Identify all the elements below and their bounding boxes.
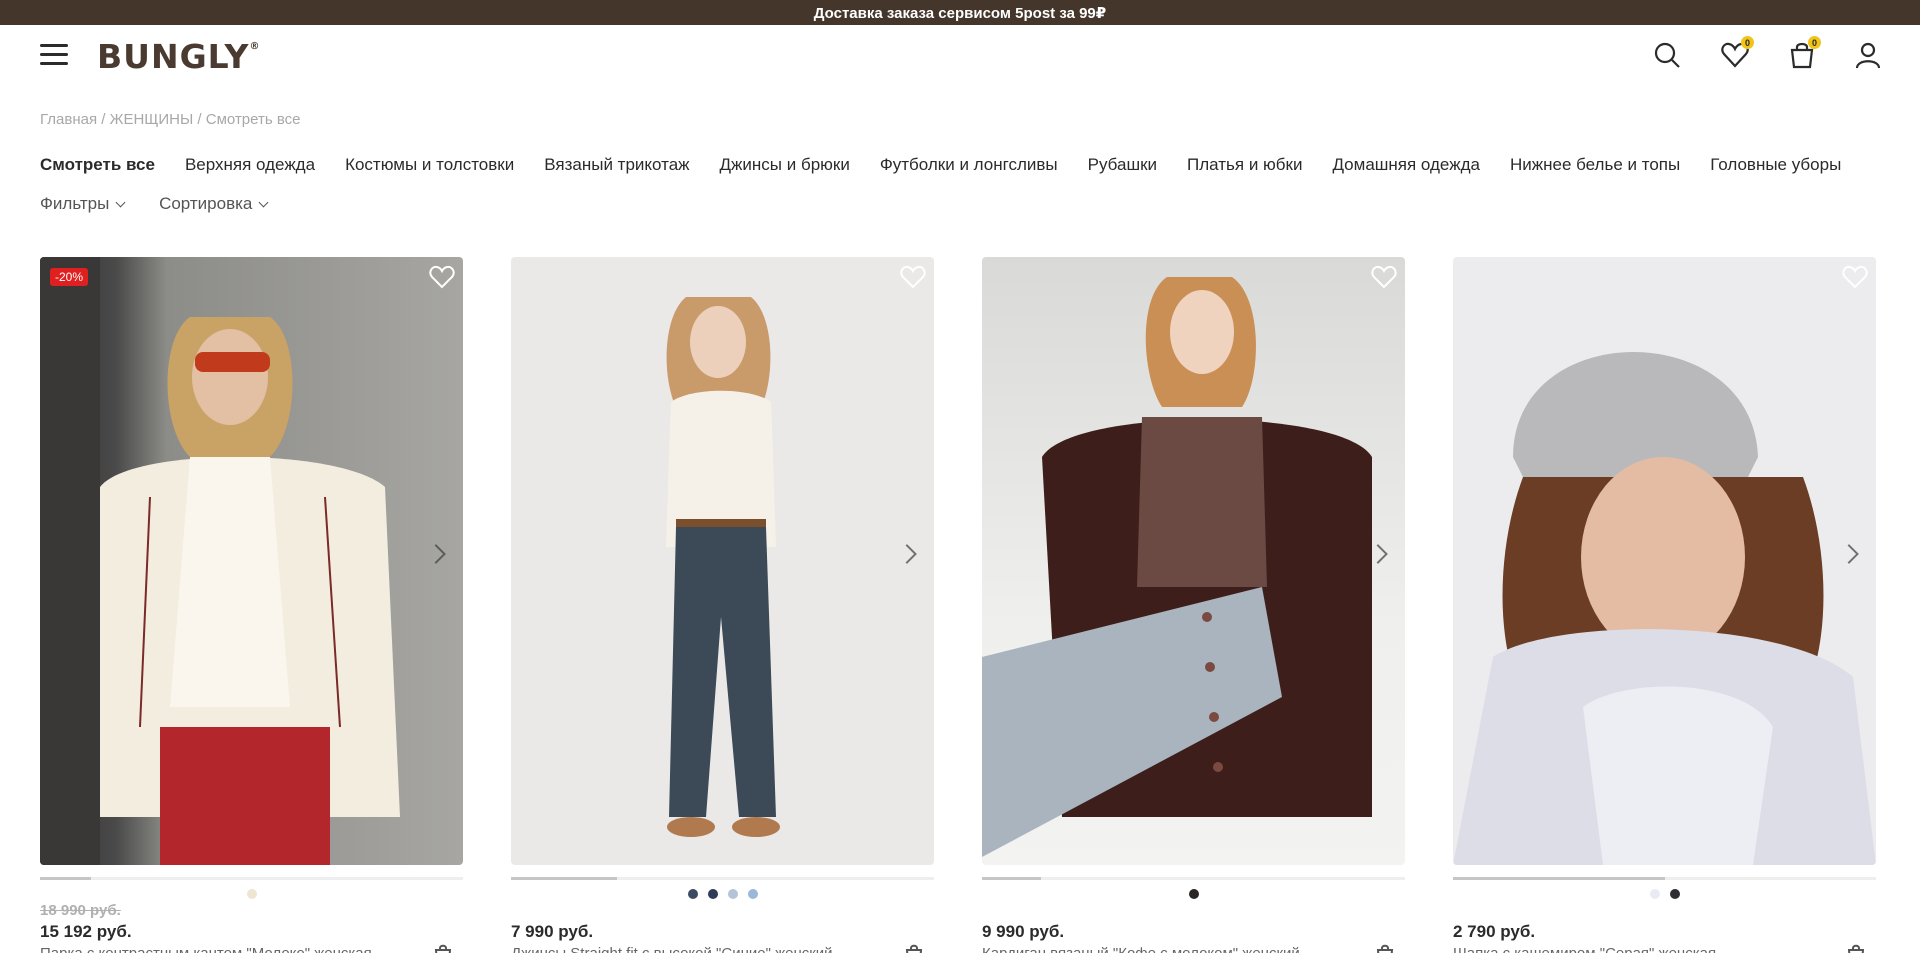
cart-count-badge: 0	[1808, 36, 1821, 49]
category-headwear[interactable]: Головные уборы	[1710, 155, 1841, 175]
favorite-heart-icon[interactable]	[900, 265, 926, 289]
add-to-cart-icon[interactable]	[904, 943, 924, 953]
promo-banner: Доставка заказа сервисом 5post за 99₽	[0, 0, 1920, 25]
product-card[interactable]: -20% 18 990 руб. 15 192 руб. Парка с кон…	[40, 257, 463, 953]
color-swatch[interactable]	[727, 889, 738, 899]
chevron-down-icon	[258, 197, 269, 207]
product-photo[interactable]: -20%	[40, 257, 463, 865]
old-price: 18 990 руб.	[40, 902, 121, 919]
category-shirts[interactable]: Рубашки	[1088, 155, 1157, 175]
category-all[interactable]: Смотреть все	[40, 155, 155, 175]
color-swatches	[40, 889, 463, 899]
product-image	[1453, 352, 1876, 865]
heart-icon[interactable]: 0	[1720, 36, 1754, 70]
category-nav: Смотреть все Верхняя одежда Костюмы и толс…	[40, 155, 1880, 177]
logo-text: BUNGLY	[97, 37, 250, 76]
add-to-cart-icon[interactable]	[433, 943, 453, 953]
bag-icon[interactable]: 0	[1787, 36, 1821, 70]
site-header: BUNGLY® 0 0	[0, 25, 1920, 87]
add-to-cart-icon[interactable]	[1846, 943, 1866, 953]
favorite-heart-icon[interactable]	[1371, 265, 1397, 289]
product-name[interactable]: Джинсы Straight fit с высокой "Синие" же…	[511, 945, 881, 953]
product-image	[40, 257, 400, 865]
color-swatch[interactable]	[747, 889, 758, 899]
breadcrumb: Главная / ЖЕНЩИНЫ / Смотреть все	[40, 111, 301, 128]
favorite-heart-icon[interactable]	[1842, 265, 1868, 289]
breadcrumb-separator: /	[97, 111, 110, 128]
color-swatches	[1453, 889, 1876, 899]
logo-trademark: ®	[249, 41, 261, 52]
menu-icon[interactable]	[40, 44, 68, 66]
category-suits-hoodies[interactable]: Костюмы и толстовки	[345, 155, 514, 175]
category-outerwear[interactable]: Верхняя одежда	[185, 155, 315, 175]
gallery-progress	[511, 877, 934, 880]
product-card[interactable]: 2 790 руб. Шапка с кашемиром "Серая" жен…	[1453, 257, 1876, 953]
favorite-heart-icon[interactable]	[429, 265, 455, 289]
color-swatches	[511, 889, 934, 899]
color-swatch[interactable]	[1188, 889, 1199, 899]
breadcrumb-separator: /	[193, 111, 206, 128]
filters-label: Фильтры	[40, 194, 110, 213]
price: 9 990 руб.	[982, 922, 1065, 941]
category-dresses-skirts[interactable]: Платья и юбки	[1187, 155, 1302, 175]
category-tshirts[interactable]: Футболки и лонгсливы	[880, 155, 1058, 175]
breadcrumb-current: Смотреть все	[205, 111, 301, 128]
chevron-down-icon	[115, 197, 126, 207]
product-photo[interactable]	[1453, 257, 1876, 865]
price: 2 790 руб.	[1453, 922, 1536, 941]
product-card[interactable]: 7 990 руб. Джинсы Straight fit с высокой…	[511, 257, 934, 953]
add-to-cart-icon[interactable]	[1375, 943, 1395, 953]
color-swatch[interactable]	[246, 889, 257, 899]
color-swatches	[982, 889, 1405, 899]
logo[interactable]: BUNGLY®	[97, 37, 260, 76]
gallery-progress	[40, 877, 463, 880]
gallery-progress	[982, 877, 1405, 880]
breadcrumb-home[interactable]: Главная	[40, 111, 97, 128]
sort-label: Сортировка	[159, 194, 253, 213]
price: 7 990 руб.	[511, 922, 594, 941]
promo-text: Доставка заказа сервисом 5post за 99₽	[813, 4, 1107, 22]
color-swatch[interactable]	[1669, 889, 1680, 899]
product-image	[666, 297, 780, 837]
category-knitwear[interactable]: Вязаный трикотаж	[544, 155, 689, 175]
sort-button[interactable]: Сортировка	[159, 194, 269, 214]
product-photo[interactable]	[982, 257, 1405, 865]
product-name[interactable]: Кардиган вязаный "Кофе с молоком" женски…	[982, 945, 1352, 953]
product-image	[982, 277, 1372, 857]
category-underwear[interactable]: Нижнее белье и топы	[1510, 155, 1680, 175]
breadcrumb-women[interactable]: ЖЕНЩИНЫ	[110, 111, 194, 128]
gallery-progress	[1453, 877, 1876, 880]
product-name[interactable]: Шапка с кашемиром "Серая" женская	[1453, 945, 1823, 953]
color-swatch[interactable]	[1649, 889, 1660, 899]
user-icon[interactable]	[1853, 40, 1883, 70]
category-homewear[interactable]: Домашняя одежда	[1332, 155, 1479, 175]
product-photo[interactable]	[511, 257, 934, 865]
product-name[interactable]: Парка с контрастным кантом "Молоко" женс…	[40, 945, 410, 953]
filters-button[interactable]: Фильтры	[40, 194, 126, 214]
listing-controls: Фильтры Сортировка	[40, 194, 297, 214]
price: 15 192 руб.	[40, 922, 132, 941]
search-icon[interactable]	[1652, 40, 1682, 70]
category-jeans-trousers[interactable]: Джинсы и брюки	[720, 155, 850, 175]
favorites-count-badge: 0	[1741, 36, 1754, 49]
product-card[interactable]: 9 990 руб. Кардиган вязаный "Кофе с моло…	[982, 257, 1405, 953]
discount-badge: -20%	[50, 268, 89, 286]
color-swatch[interactable]	[707, 889, 718, 899]
color-swatch[interactable]	[687, 889, 698, 899]
